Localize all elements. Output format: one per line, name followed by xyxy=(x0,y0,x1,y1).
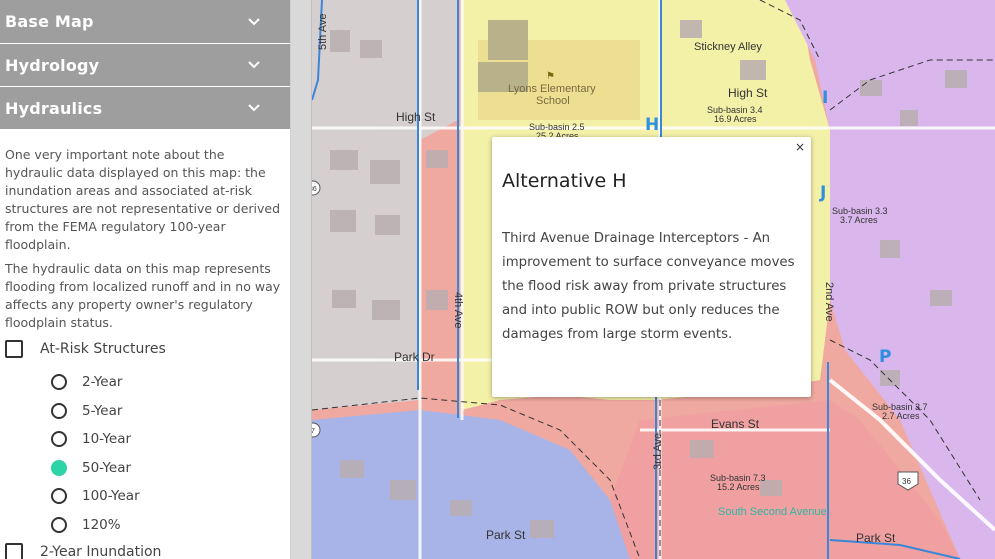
street-label-highlight: South Second Avenue xyxy=(718,506,827,518)
accordion-hydraulics[interactable]: Hydraulics xyxy=(0,87,290,130)
alternative-popup: × Alternative H Third Avenue Drainage In… xyxy=(492,137,811,397)
street-label: High St xyxy=(396,110,436,124)
school-label: School xyxy=(536,95,570,107)
street-label: 3rd Ave xyxy=(652,433,664,470)
accordion-label: Hydrology xyxy=(5,55,100,75)
radio-label: 50-Year xyxy=(82,460,132,476)
radio-button-selected[interactable] xyxy=(51,460,67,476)
alternative-marker: I xyxy=(822,88,828,108)
subbasin-area: 16.9 Acres xyxy=(714,114,757,124)
street-label: Park St xyxy=(856,531,896,545)
street-label: 2nd Ave xyxy=(823,282,835,322)
radio-label: 100-Year xyxy=(82,488,140,504)
radio-option-100-year[interactable]: 100-Year xyxy=(51,488,140,504)
street-label: Evans St xyxy=(711,417,760,431)
radio-option-2-year[interactable]: 2-Year xyxy=(51,374,122,390)
subbasin-area: 2.7 Acres xyxy=(882,411,920,421)
two-year-inundation-checkbox[interactable] xyxy=(5,543,23,559)
radio-button[interactable] xyxy=(51,403,67,419)
note-paragraph: The hydraulic data on this map represent… xyxy=(5,261,281,330)
note-paragraph: One very important note about the hydrau… xyxy=(5,147,281,252)
close-icon[interactable]: × xyxy=(795,140,805,154)
at-risk-structures-label: At-Risk Structures xyxy=(40,341,166,357)
popup-title: Alternative H xyxy=(502,170,627,192)
alternative-marker: P xyxy=(879,347,891,367)
accordion-hydrology[interactable]: Hydrology xyxy=(0,44,290,87)
svg-text:36: 36 xyxy=(902,477,911,486)
radio-option-10-year[interactable]: 10-Year xyxy=(51,431,131,447)
radio-button[interactable] xyxy=(51,517,67,533)
alternative-marker: H xyxy=(645,115,659,135)
svg-text:7: 7 xyxy=(312,428,315,435)
two-year-inundation-label: 2-Year Inundation xyxy=(40,544,162,559)
radio-label: 5-Year xyxy=(82,403,123,419)
chevron-down-icon xyxy=(248,104,260,112)
at-risk-structures-toggle[interactable]: At-Risk Structures xyxy=(5,340,166,358)
chevron-down-icon xyxy=(248,61,260,69)
radio-option-50-year[interactable]: 50-Year xyxy=(51,460,131,476)
alternative-marker: J xyxy=(819,183,826,203)
street-label: High St xyxy=(728,86,768,100)
street-label: Park St xyxy=(486,528,526,542)
subbasin-area: 15.2 Acres xyxy=(717,482,760,492)
hydraulics-notes: One very important note about the hydrau… xyxy=(0,130,290,332)
radio-option-5-year[interactable]: 5-Year xyxy=(51,403,122,419)
radio-button[interactable] xyxy=(51,431,67,447)
school-label: Lyons Elementary xyxy=(508,83,596,95)
two-year-inundation-toggle[interactable]: 2-Year Inundation xyxy=(5,543,161,559)
street-label: Park Dr xyxy=(394,350,435,364)
radio-button[interactable] xyxy=(51,488,67,504)
svg-text:36: 36 xyxy=(312,186,317,193)
accordion-label: Hydraulics xyxy=(5,98,103,118)
popup-description: Third Avenue Drainage Interceptors - An … xyxy=(502,231,795,342)
sidebar-panel: Base Map Hydrology Hydraulics One very i… xyxy=(0,0,290,559)
accordion-base-map[interactable]: Base Map xyxy=(0,0,290,44)
radio-label: 120% xyxy=(82,517,121,533)
radio-button[interactable] xyxy=(51,374,67,390)
school-icon: ⚑ xyxy=(546,71,555,82)
chevron-down-icon xyxy=(248,17,260,25)
radio-option-120-percent[interactable]: 120% xyxy=(51,517,121,533)
street-label: 5th Ave xyxy=(317,14,329,51)
subbasin-area: 3.7 Acres xyxy=(840,215,878,225)
radio-label: 2-Year xyxy=(82,374,123,390)
at-risk-structures-checkbox[interactable] xyxy=(5,340,23,358)
street-label: 4th Ave xyxy=(452,292,464,329)
street-label: Stickney Alley xyxy=(694,41,762,53)
radio-label: 10-Year xyxy=(82,431,132,447)
accordion-label: Base Map xyxy=(5,12,94,31)
panel-splitter[interactable] xyxy=(290,0,312,559)
building xyxy=(488,20,528,60)
